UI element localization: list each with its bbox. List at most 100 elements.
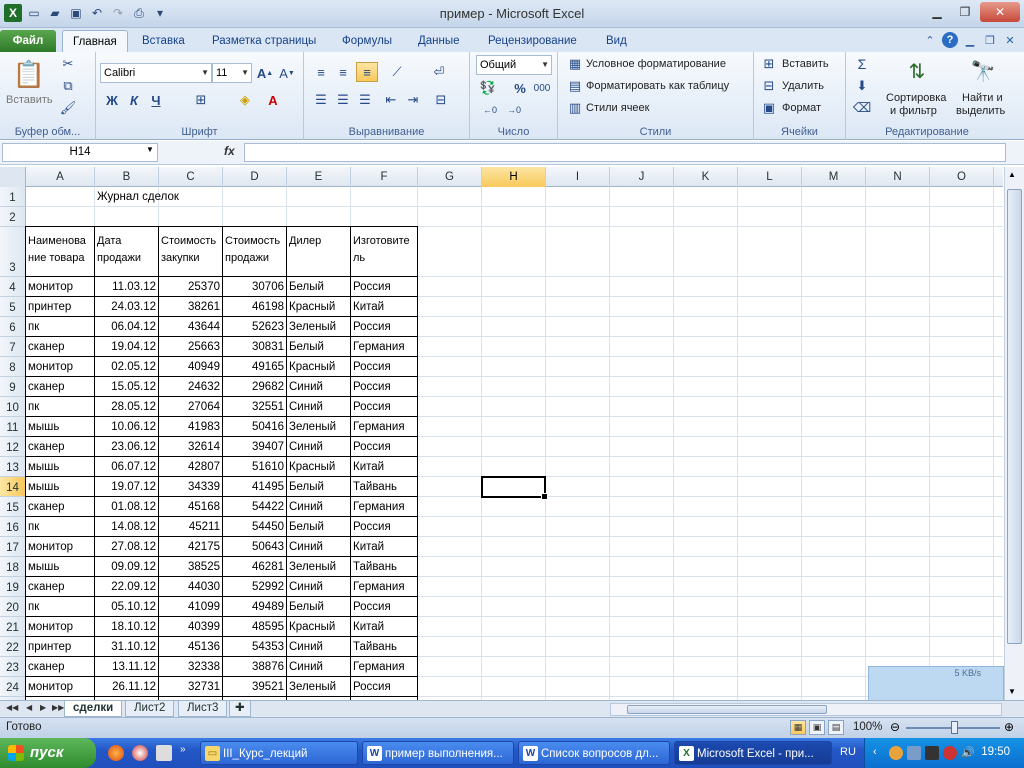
align-left-icon[interactable]: ☰ [312,92,330,108]
table-cell[interactable]: 19.04.12 [95,337,158,357]
table-cell[interactable]: 09.09.12 [95,557,158,577]
table-cell[interactable]: 10.06.12 [95,417,158,437]
decrease-indent-icon[interactable]: ⇤ [382,92,400,108]
align-top-icon[interactable]: ≡ [312,64,330,80]
doc-close-icon[interactable]: ✕ [1002,32,1018,48]
align-center-icon[interactable]: ☰ [334,92,352,108]
thousands-icon[interactable]: 000 [532,80,552,96]
table-cell[interactable]: мышь [26,477,94,497]
table-cell[interactable]: 06.07.12 [95,457,158,477]
table-cell[interactable]: 44030 [159,577,222,597]
format-painter-icon[interactable]: 🖌 [60,100,77,116]
table-header-cell[interactable]: Дата продажи [95,233,158,277]
table-cell[interactable]: Германия [351,657,417,677]
zoom-in-icon[interactable]: ⊕ [1004,720,1014,734]
orientation-icon[interactable]: ⟋ [386,64,408,80]
table-cell[interactable]: 41983 [159,417,222,437]
table-cell[interactable]: 29682 [223,377,286,397]
table-cell[interactable]: 51610 [223,457,286,477]
column-header-N[interactable]: N [866,167,930,187]
table-cell[interactable]: Синий [287,497,350,517]
table-cell[interactable]: Белый [287,337,350,357]
taskbar-item-excel[interactable]: X Microsoft Excel - при... [674,741,832,765]
row-header-5[interactable]: 5 [0,297,26,317]
sheet-tab-list2[interactable]: Лист2 [125,701,175,717]
column-header-D[interactable]: D [223,167,287,187]
table-cell[interactable]: 23.06.12 [95,437,158,457]
row-header-15[interactable]: 15 [0,497,26,517]
table-cell[interactable]: Китай [351,617,417,637]
vertical-scroll-thumb[interactable] [1007,189,1022,644]
doc-minimize-icon[interactable]: ▁ [962,32,978,48]
table-cell[interactable]: 15.05.12 [95,377,158,397]
increase-decimal-icon[interactable]: ←0 [480,102,500,118]
table-cell[interactable]: Синий [287,637,350,657]
table-cell[interactable]: Германия [351,417,417,437]
table-cell[interactable]: 39407 [223,437,286,457]
table-cell[interactable]: пк [26,517,94,537]
table-cell[interactable]: Синий [287,377,350,397]
table-cell[interactable]: мышь [26,457,94,477]
row-header-19[interactable]: 19 [0,577,26,597]
table-cell[interactable]: Китай [351,537,417,557]
cell-styles-button[interactable]: Стили ячеек [586,102,649,114]
find-select-icon[interactable]: 🔭 [968,56,998,86]
table-cell[interactable]: Синий [287,537,350,557]
table-cell[interactable]: 22.09.12 [95,577,158,597]
column-header-B[interactable]: B [95,167,159,187]
table-cell[interactable]: 45136 [159,637,222,657]
tab-formulas[interactable]: Формулы [332,30,402,52]
table-cell[interactable]: Россия [351,597,417,617]
paste-button[interactable]: Вставить [6,94,53,106]
table-cell[interactable]: 32338 [159,657,222,677]
table-cell[interactable]: 41099 [159,597,222,617]
italic-button[interactable]: К [126,92,142,108]
clear-icon[interactable]: ⌫ [853,100,871,116]
sort-filter-icon[interactable]: ⇅ [902,56,932,86]
desktop-icon[interactable] [156,745,172,761]
taskbar-item-word-1[interactable]: Wпример выполнения... [362,741,514,765]
table-cell[interactable]: Россия [351,677,417,697]
table-cell[interactable]: 27.08.12 [95,537,158,557]
row-header-2[interactable]: 2 [0,207,26,227]
next-sheet-icon[interactable]: ▶ [40,703,46,712]
row-header-20[interactable]: 20 [0,597,26,617]
table-cell[interactable]: Германия [351,577,417,597]
table-cell[interactable]: Тайвань [351,477,417,497]
format-as-table-button[interactable]: Форматировать как таблицу [586,80,729,92]
table-cell[interactable]: 14.08.12 [95,517,158,537]
table-cell[interactable]: 41495 [223,477,286,497]
tab-home[interactable]: Главная [62,30,128,52]
table-cell[interactable]: Красный [287,457,350,477]
first-sheet-icon[interactable]: ◀◀ [6,703,18,712]
clock[interactable]: 19:50 [981,746,1010,758]
formula-input[interactable] [244,143,1006,162]
row-header-3[interactable]: 3 [0,227,26,277]
tab-data[interactable]: Данные [408,30,470,52]
table-cell[interactable]: Красный [287,617,350,637]
zoom-out-icon[interactable]: ⊖ [890,720,900,734]
table-cell[interactable]: 42175 [159,537,222,557]
table-cell[interactable]: 49165 [223,357,286,377]
font-size-select[interactable]: 11 ▼ [212,63,252,83]
table-cell[interactable]: 28.05.12 [95,397,158,417]
browser-icon[interactable] [132,745,148,761]
align-middle-icon[interactable]: ≡ [334,64,352,80]
table-cell[interactable]: 31.10.12 [95,637,158,657]
table-cell[interactable]: 54353 [223,637,286,657]
table-cell[interactable]: сканер [26,497,94,517]
taskbar-item-folder[interactable]: ▭ III_Курс_лекций [200,741,358,765]
table-cell[interactable]: 32731 [159,677,222,697]
page-layout-view-icon[interactable]: ▣ [809,720,825,735]
tray-monitor-icon[interactable] [925,746,939,760]
vertical-scrollbar[interactable]: ▲ ▼ [1004,167,1024,717]
table-cell[interactable]: 38525 [159,557,222,577]
taskbar-item-word-2[interactable]: W Список вопросов дл... [518,741,670,765]
sort-filter-button-line2[interactable]: и фильтр [890,105,937,117]
table-cell[interactable]: Белый [287,597,350,617]
cut-icon[interactable]: ✂ [60,56,76,72]
column-header-O[interactable]: O [930,167,994,187]
table-cell[interactable]: Тайвань [351,557,417,577]
table-cell[interactable]: 32551 [223,397,286,417]
row-header-11[interactable]: 11 [0,417,26,437]
